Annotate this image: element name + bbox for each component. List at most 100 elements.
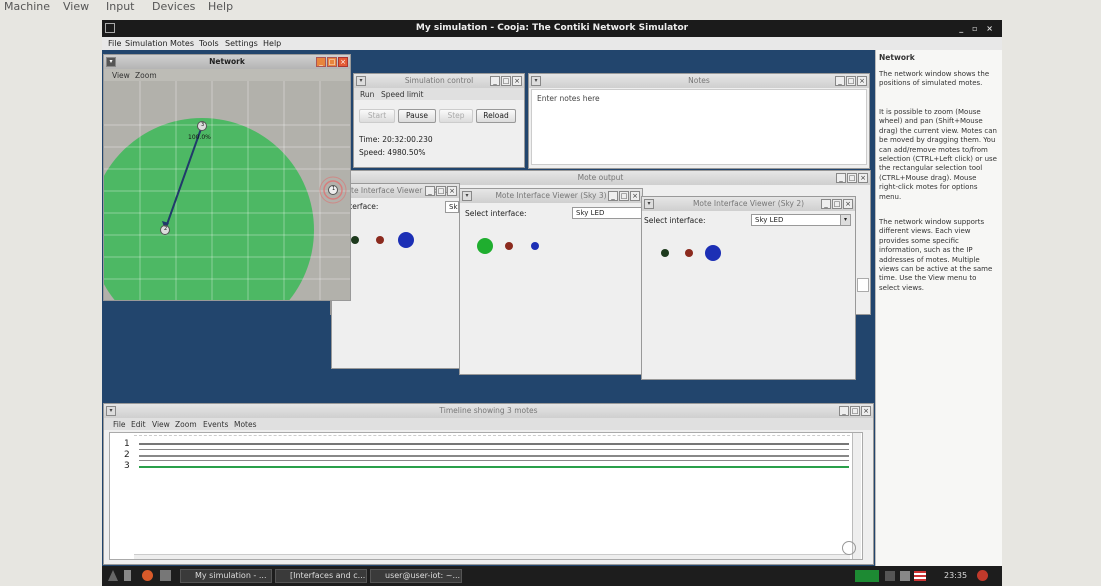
- app-menubar: File Simulation Motes Tools Settings Hel…: [102, 37, 1002, 50]
- help-paragraph-2: It is possible to zoom (Mouse wheel) and…: [879, 108, 997, 201]
- maximize-icon[interactable]: □: [619, 191, 629, 201]
- window-menu-icon[interactable]: ▾: [356, 76, 366, 86]
- start-button[interactable]: Start: [359, 109, 395, 123]
- sim-menu-speed-limit[interactable]: Speed limit: [381, 90, 423, 99]
- host-menu-view[interactable]: View: [63, 0, 89, 13]
- link-quality-label: 100.0%: [188, 134, 211, 141]
- timeline-horizontal-scrollbar[interactable]: [134, 554, 850, 559]
- sim-menu-run[interactable]: Run: [360, 90, 374, 99]
- timeline-menubar: File Edit View Zoom Events Motes: [104, 418, 873, 430]
- maximize-icon[interactable]: □: [327, 57, 337, 67]
- scrollbar[interactable]: [857, 278, 869, 292]
- window-menu-icon[interactable]: ▾: [531, 76, 541, 86]
- led-blue: [531, 242, 539, 250]
- maximize-icon[interactable]: □: [846, 76, 856, 86]
- timeline-menu-edit[interactable]: Edit: [131, 420, 146, 429]
- maximize-icon[interactable]: □: [832, 199, 842, 209]
- reload-button[interactable]: Reload: [476, 109, 516, 123]
- timeline-menu-view[interactable]: View: [152, 420, 170, 429]
- network-menu-view[interactable]: View: [112, 71, 130, 80]
- minimize-icon[interactable]: _: [821, 199, 831, 209]
- minimize-icon[interactable]: _: [835, 76, 845, 86]
- menu-help[interactable]: Help: [263, 39, 281, 48]
- task-my-simulation[interactable]: My simulation - ...: [180, 569, 272, 583]
- power-icon[interactable]: [977, 570, 988, 581]
- menu-tools[interactable]: Tools: [199, 39, 219, 48]
- window-menu-icon[interactable]: ▾: [644, 199, 654, 209]
- window-menu-icon[interactable]: ▾: [106, 406, 116, 416]
- close-icon[interactable]: ×: [512, 76, 522, 86]
- files-icon[interactable]: [160, 570, 171, 581]
- desktop-pane: Mote output _ □ × Simulation control ▾ _ □ ×…: [102, 50, 875, 566]
- host-menu-input[interactable]: Input: [106, 0, 134, 13]
- minimize-icon[interactable]: _: [425, 186, 435, 196]
- window-menu-icon[interactable]: ▾: [106, 57, 116, 67]
- close-icon[interactable]: ×: [843, 199, 853, 209]
- close-icon[interactable]: ×: [858, 173, 868, 183]
- minimize-icon[interactable]: _: [608, 191, 618, 201]
- mote-viewer-sky3-window: Mote Interface Viewer (Sky 3) ▾ _ □ × Sele…: [459, 188, 643, 375]
- minimize-icon[interactable]: _: [490, 76, 500, 86]
- resize-handle-icon[interactable]: [842, 541, 856, 555]
- network-tray-icon[interactable]: [885, 571, 895, 581]
- maximize-icon[interactable]: □: [501, 76, 511, 86]
- timeline-menu-events[interactable]: Events: [203, 420, 228, 429]
- chevron-down-icon[interactable]: ▾: [840, 215, 850, 225]
- interface-select[interactable]: Sky LED: [572, 207, 642, 219]
- led-green: [477, 238, 493, 254]
- minimize-icon[interactable]: _: [836, 173, 846, 183]
- led-green-off: [661, 249, 669, 257]
- timeline-menu-file[interactable]: File: [113, 420, 126, 429]
- timeline-menu-zoom[interactable]: Zoom: [175, 420, 197, 429]
- firefox-icon[interactable]: [142, 570, 153, 581]
- step-button[interactable]: Step: [439, 109, 473, 123]
- host-menu-devices[interactable]: Devices: [152, 0, 195, 13]
- clock: 23:35: [944, 571, 968, 580]
- help-paragraph-3: The network window supports different vi…: [879, 218, 993, 292]
- close-icon[interactable]: ×: [857, 76, 867, 86]
- timeline-menu-motes[interactable]: Motes: [234, 420, 257, 429]
- interface-select[interactable]: Sk: [445, 201, 459, 213]
- help-paragraph-1: The network window shows the positions o…: [879, 70, 990, 88]
- close-icon[interactable]: ×: [447, 186, 457, 196]
- maximize-icon[interactable]: □: [850, 406, 860, 416]
- start-menu-icon[interactable]: [108, 570, 118, 581]
- led-green-off: [351, 236, 359, 244]
- menu-motes[interactable]: Motes: [170, 39, 194, 48]
- timeline-canvas[interactable]: 1 2 3: [109, 432, 863, 560]
- led-blue: [705, 245, 721, 261]
- menu-settings[interactable]: Settings: [225, 39, 258, 48]
- terminal-icon[interactable]: [124, 570, 131, 581]
- task-interfaces[interactable]: [Interfaces and c...: [275, 569, 367, 583]
- task-terminal[interactable]: user@user-iot: ~...: [370, 569, 462, 583]
- menu-simulation[interactable]: Simulation: [125, 39, 168, 48]
- minimize-icon[interactable]: _: [839, 406, 849, 416]
- keyboard-layout-flag-icon[interactable]: [914, 571, 926, 581]
- interface-select[interactable]: Sky LED ▾: [751, 214, 851, 226]
- timeline-row-label: 2: [124, 450, 130, 460]
- help-panel: Network The network window shows the pos…: [875, 50, 1002, 566]
- window-menu-icon[interactable]: ▾: [462, 191, 472, 201]
- maximize-icon[interactable]: □: [436, 186, 446, 196]
- timeline-vertical-scrollbar[interactable]: [852, 433, 861, 559]
- minimize-icon[interactable]: _: [316, 57, 326, 67]
- close-icon[interactable]: ×: [630, 191, 640, 201]
- guest-screen: My simulation - Cooja: The Contiki Netwo…: [102, 20, 1002, 586]
- led-red: [685, 249, 693, 257]
- window-controls[interactable]: _ ▫ ×: [959, 20, 996, 37]
- app-icon[interactable]: [105, 23, 115, 33]
- close-icon[interactable]: ×: [861, 406, 871, 416]
- maximize-icon[interactable]: □: [847, 173, 857, 183]
- simulation-control-window: Simulation control ▾ _ □ × Run Speed limit…: [353, 73, 525, 168]
- network-canvas[interactable]: [104, 81, 350, 300]
- timeline-track-2: [139, 455, 849, 457]
- pause-button[interactable]: Pause: [398, 109, 436, 123]
- host-menu-machine[interactable]: Machine: [4, 0, 50, 13]
- host-menu-help[interactable]: Help: [208, 0, 233, 13]
- menu-file[interactable]: File: [108, 39, 121, 48]
- notes-textarea[interactable]: Enter notes here: [531, 89, 867, 165]
- led-red: [376, 236, 384, 244]
- network-menu-zoom[interactable]: Zoom: [135, 71, 157, 80]
- close-icon[interactable]: ×: [338, 57, 348, 67]
- volume-tray-icon[interactable]: [900, 571, 910, 581]
